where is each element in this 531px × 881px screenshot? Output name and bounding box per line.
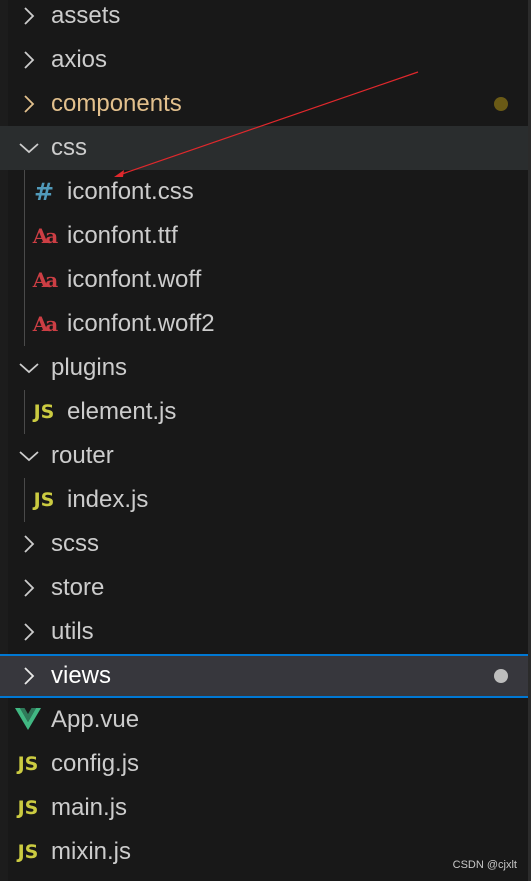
font-file-icon: Aa (32, 224, 58, 248)
js-file-icon: JS (33, 401, 55, 423)
folder-row-components[interactable]: components (0, 82, 531, 126)
file-label: iconfont.css (67, 178, 194, 205)
watermark-text: CSDN @cjxlt (452, 859, 517, 871)
folder-row-axios[interactable]: axios (0, 38, 531, 82)
chevron-right-icon (18, 577, 40, 599)
folder-row-css[interactable]: css (0, 126, 531, 170)
file-label: iconfont.woff (67, 266, 202, 293)
chevron-down-icon (18, 137, 40, 159)
js-file-icon: JS (17, 753, 39, 775)
chevron-right-icon (18, 49, 40, 71)
folder-label: plugins (51, 354, 128, 381)
file-row-iconfont-ttf[interactable]: Aa iconfont.ttf (0, 214, 531, 258)
file-label: iconfont.ttf (67, 222, 178, 249)
router-folder-children: JS index.js (0, 478, 531, 522)
folder-row-plugins[interactable]: plugins (0, 346, 531, 390)
file-row-iconfont-css[interactable]: # iconfont.css (0, 170, 531, 214)
file-label: config.js (51, 750, 140, 777)
folder-label: views (51, 662, 112, 689)
chevron-right-icon (18, 93, 40, 115)
chevron-right-icon (18, 533, 40, 555)
chevron-down-icon (18, 445, 40, 467)
chevron-down-icon (18, 357, 40, 379)
folder-row-scss[interactable]: scss (0, 522, 531, 566)
chevron-right-icon (18, 621, 40, 643)
vue-file-icon (14, 698, 42, 742)
chevron-right-icon (18, 665, 40, 687)
folder-label: axios (51, 46, 108, 73)
folder-label: utils (51, 618, 94, 645)
file-row-mixin-js[interactable]: JS mixin.js (0, 830, 531, 874)
file-label: main.js (51, 794, 128, 821)
folder-label: scss (51, 530, 99, 557)
plugins-folder-children: JS element.js (0, 390, 531, 434)
folder-label: assets (51, 2, 121, 29)
file-row-main-js[interactable]: JS main.js (0, 786, 531, 830)
file-label: App.vue (51, 706, 140, 733)
file-label: element.js (67, 398, 177, 425)
font-file-icon: Aa (32, 312, 58, 336)
folder-row-utils[interactable]: utils (0, 610, 531, 654)
js-file-icon: JS (33, 489, 55, 511)
file-label: index.js (67, 486, 149, 513)
js-file-icon: JS (17, 841, 39, 863)
file-row-iconfont-woff2[interactable]: Aa iconfont.woff2 (0, 302, 531, 346)
modified-indicator-dot (494, 97, 508, 111)
file-row-app-vue[interactable]: App.vue (0, 698, 531, 742)
file-row-index-js[interactable]: JS index.js (0, 478, 531, 522)
file-row-iconfont-woff[interactable]: Aa iconfont.woff (0, 258, 531, 302)
folder-row-assets[interactable]: assets (0, 0, 531, 38)
file-label: iconfont.woff2 (67, 310, 215, 337)
hash-icon: # (33, 178, 55, 206)
font-file-icon: Aa (32, 268, 58, 292)
folder-row-router[interactable]: router (0, 434, 531, 478)
folder-label: store (51, 574, 105, 601)
chevron-right-icon (18, 5, 40, 27)
folder-label: router (51, 442, 114, 469)
folder-row-store[interactable]: store (0, 566, 531, 610)
file-row-config-js[interactable]: JS config.js (0, 742, 531, 786)
css-folder-children: # iconfont.css Aa iconfont.ttf Aa iconfo… (0, 170, 531, 346)
file-explorer-tree: api assets axios components css # icon (0, 0, 531, 874)
modified-indicator-dot (494, 669, 508, 683)
js-file-icon: JS (17, 797, 39, 819)
folder-label: css (51, 134, 87, 161)
folder-label: components (51, 90, 182, 117)
file-label: mixin.js (51, 838, 132, 865)
file-row-element-js[interactable]: JS element.js (0, 390, 531, 434)
folder-row-views[interactable]: views (0, 654, 531, 698)
